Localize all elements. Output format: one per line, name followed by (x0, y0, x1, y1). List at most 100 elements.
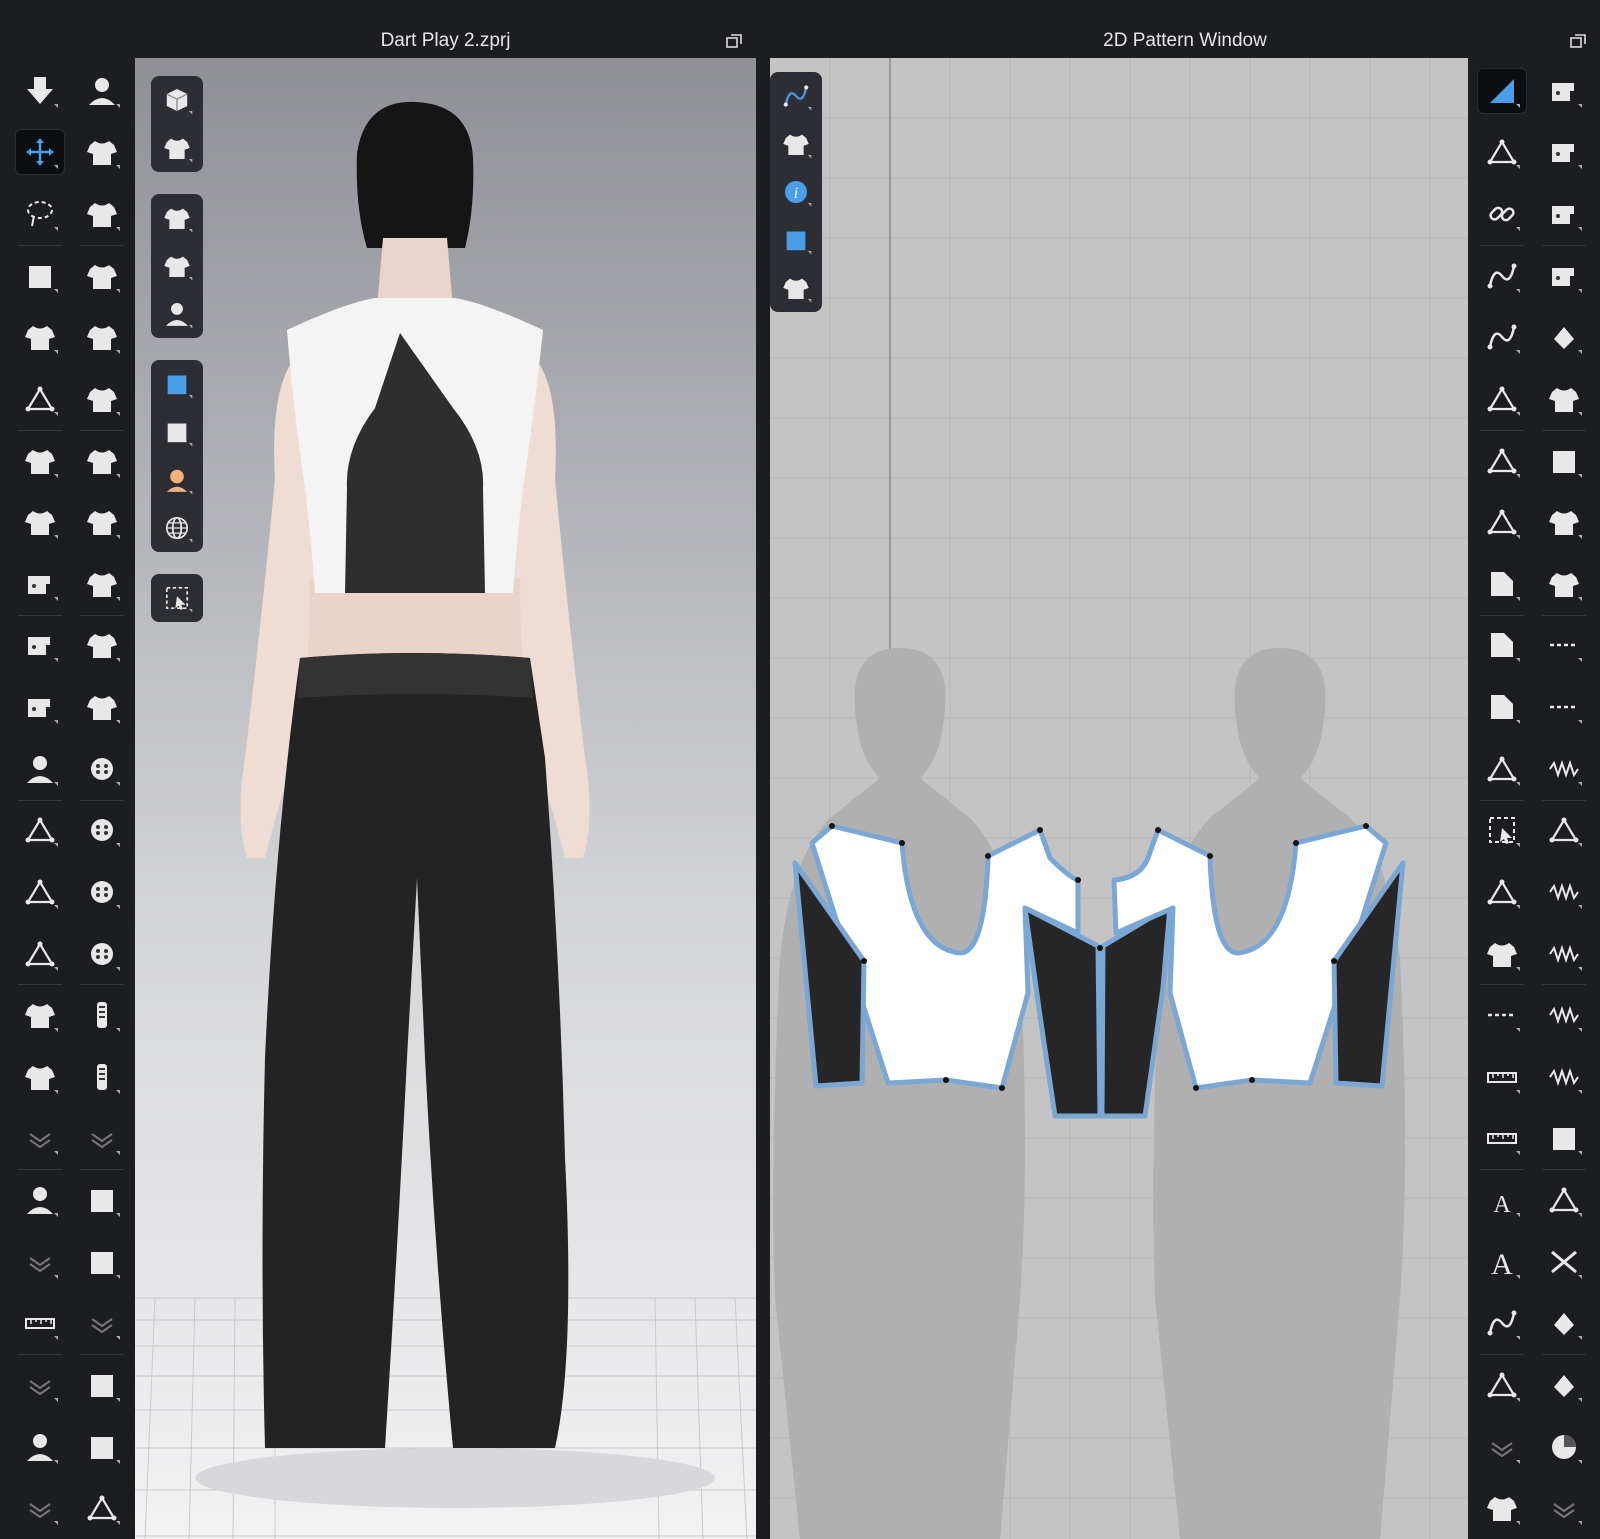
cross-icon[interactable] (1478, 439, 1526, 483)
zigzag-3-icon[interactable] (1540, 1055, 1588, 1099)
sewing-icon[interactable] (1540, 69, 1588, 113)
collapse-chevron-icon[interactable] (78, 1116, 126, 1160)
zipper-tab-icon[interactable] (78, 1055, 126, 1099)
collapse-chevron-icon[interactable] (16, 1116, 64, 1160)
checker-shirt-icon[interactable] (1540, 500, 1588, 544)
avatar-measure-icon[interactable] (16, 1178, 64, 1222)
collapse-chevron-icon[interactable] (78, 1301, 126, 1345)
add-point-icon[interactable] (1478, 377, 1526, 421)
free-sewing-icon[interactable] (16, 685, 64, 729)
pattern-shape-icon[interactable] (1478, 623, 1526, 667)
transform-garment-icon[interactable] (16, 439, 64, 483)
coil-icon[interactable] (1540, 870, 1588, 914)
zigzag-icon[interactable] (1540, 932, 1588, 976)
text-a-icon[interactable]: A (1478, 1178, 1526, 1222)
2d-pattern-viewport[interactable]: i (770, 58, 1468, 1539)
shirt-checker-icon[interactable] (78, 562, 126, 606)
sewing-2-icon[interactable] (1540, 130, 1588, 174)
zipper-icon[interactable] (78, 993, 126, 1037)
link-icon[interactable] (1478, 192, 1526, 236)
arrow-down-icon[interactable] (16, 69, 64, 113)
brush-icon[interactable] (1540, 1363, 1588, 1407)
select-screen-icon[interactable] (151, 574, 203, 622)
tshirt-settings-icon[interactable] (151, 242, 203, 290)
avatar-size-icon[interactable] (16, 1425, 64, 1469)
lock-buttonhole-icon[interactable] (78, 932, 126, 976)
sewing-machine-icon[interactable] (16, 562, 64, 606)
needle-icon[interactable] (16, 808, 64, 852)
curve-point-icon[interactable] (1478, 254, 1526, 298)
shirt-outline-icon[interactable] (1478, 932, 1526, 976)
edit-point-icon[interactable] (1478, 130, 1526, 174)
curve-measure-icon[interactable] (1478, 1301, 1526, 1345)
tshirt-icon[interactable] (151, 194, 203, 242)
fabric-blue-icon[interactable] (151, 360, 203, 408)
garment-pack-icon[interactable] (16, 993, 64, 1037)
stitch-icon[interactable] (1540, 808, 1588, 852)
collapse-chevron-icon[interactable] (1478, 1425, 1526, 1469)
info-icon[interactable]: i (770, 168, 822, 216)
maximize-icon[interactable] (726, 34, 742, 48)
sewing-4-icon[interactable] (1540, 254, 1588, 298)
shirt-edit-icon[interactable] (78, 315, 126, 359)
button-icon[interactable] (78, 808, 126, 852)
tshirt-lock-icon[interactable] (770, 264, 822, 312)
avatar-tshirt-icon[interactable] (16, 500, 64, 544)
avatar-face-icon[interactable] (151, 456, 203, 504)
shirt-arrow-icon[interactable] (78, 254, 126, 298)
shirt-fold-icon[interactable] (1478, 1486, 1526, 1530)
curve-icon[interactable] (1478, 315, 1526, 359)
pen-curve-icon[interactable] (770, 72, 822, 120)
shirt-ribbon-icon[interactable] (78, 439, 126, 483)
avatar-icon[interactable] (151, 290, 203, 338)
walking-avatar-icon[interactable] (78, 69, 126, 113)
rect-select-icon[interactable] (1478, 808, 1526, 852)
checker-shirt-2-icon[interactable] (1540, 562, 1588, 606)
shirt-cut-icon[interactable] (78, 377, 126, 421)
lasso-select-icon[interactable] (16, 192, 64, 236)
fabric-blue-icon[interactable] (770, 216, 822, 264)
ribbon-icon[interactable] (1478, 747, 1526, 791)
angle-icon[interactable] (1478, 500, 1526, 544)
collapse-chevron-icon[interactable] (16, 1486, 64, 1530)
move-select-icon[interactable] (15, 129, 65, 175)
collapse-chevron-icon[interactable] (16, 1363, 64, 1407)
pattern-shape-2-icon[interactable] (1478, 685, 1526, 729)
edit-pattern-icon[interactable] (1477, 68, 1527, 114)
fabric-stack-icon[interactable] (1540, 439, 1588, 483)
shirt-lock-icon[interactable] (78, 500, 126, 544)
shirt-stack-icon[interactable] (16, 1055, 64, 1099)
collapse-chevron-icon[interactable] (1540, 1486, 1588, 1530)
segment-sewing-icon[interactable] (16, 623, 64, 667)
dashed-line-2-icon[interactable] (1540, 685, 1588, 729)
fold-garment-icon[interactable] (16, 315, 64, 359)
ruler-icon[interactable] (1478, 1116, 1526, 1160)
fold-arrange-icon[interactable] (16, 377, 64, 421)
box-cut-icon[interactable] (78, 1363, 126, 1407)
box-fabric-icon[interactable] (78, 1178, 126, 1222)
sewing-3-icon[interactable] (1540, 192, 1588, 236)
dashed-line-icon[interactable] (1540, 623, 1588, 667)
globe-icon[interactable] (151, 504, 203, 552)
fabric-square-icon[interactable] (78, 1425, 126, 1469)
shirt-pin-icon[interactable] (78, 130, 126, 174)
maximize-icon[interactable] (1570, 34, 1586, 48)
vertical-measure-icon[interactable] (1478, 1055, 1526, 1099)
cube-icon[interactable] (151, 76, 203, 124)
shirt-checker-3-icon[interactable] (78, 685, 126, 729)
tape-measure-icon[interactable] (16, 1301, 64, 1345)
puller-icon[interactable] (78, 1486, 126, 1530)
tack-icon[interactable] (16, 870, 64, 914)
tshirt-icon[interactable] (1540, 377, 1588, 421)
gear-pin-icon[interactable] (1478, 870, 1526, 914)
fabric-dark-icon[interactable] (151, 408, 203, 456)
paint-bucket-icon[interactable] (1540, 1301, 1588, 1345)
zigzag-2-icon[interactable] (1540, 993, 1588, 1037)
scissors-icon[interactable] (1540, 1240, 1588, 1284)
text-a-large-icon[interactable]: A (1478, 1240, 1526, 1284)
shirt-checker-2-icon[interactable] (78, 623, 126, 667)
buttonhole-icon[interactable] (78, 870, 126, 914)
grid-lines-icon[interactable] (1478, 1363, 1526, 1407)
fitting-suit-icon[interactable] (16, 932, 64, 976)
fabric-roll-icon[interactable] (78, 1240, 126, 1284)
